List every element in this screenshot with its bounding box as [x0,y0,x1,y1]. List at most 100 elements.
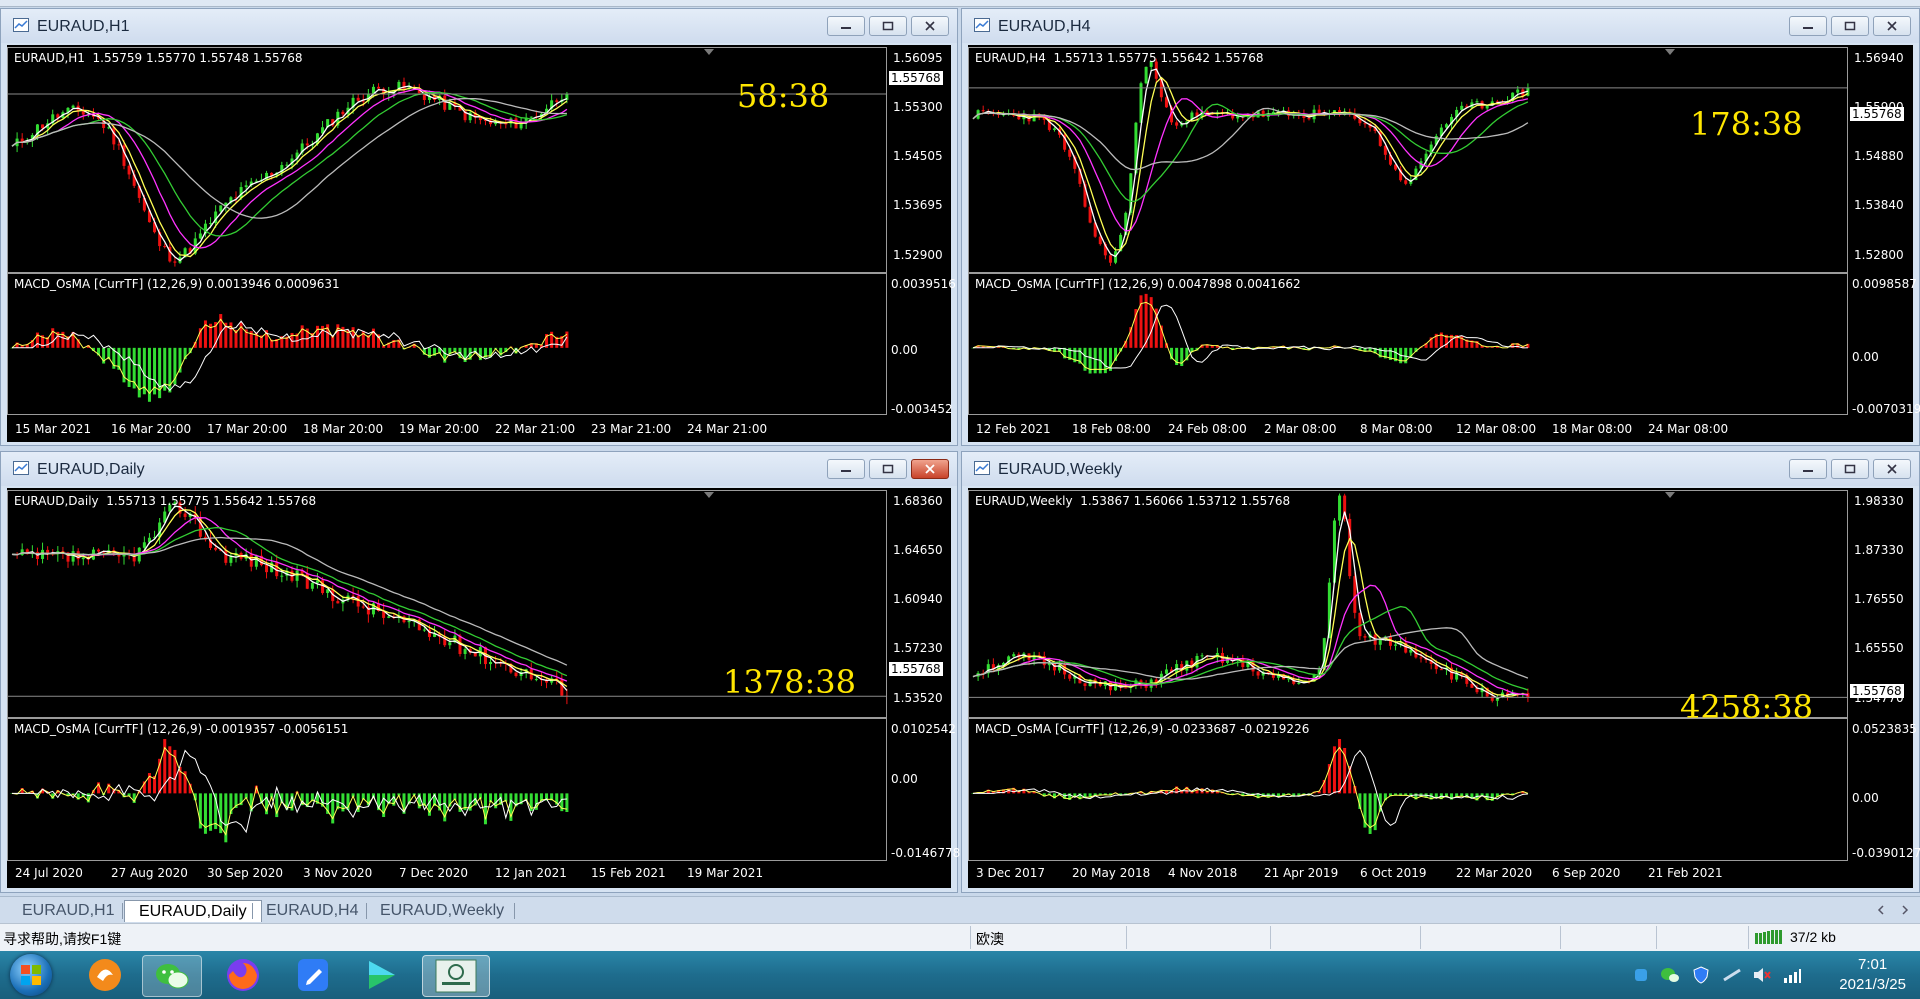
time-tick: 7 Dec 2020 [399,866,469,880]
ma-slow-line [11,97,567,219]
time-tick: 6 Oct 2019 [1360,866,1427,880]
candle-body [514,672,518,677]
orange-app-icon [89,959,121,991]
taskbar-notes[interactable] [284,955,342,995]
tray-shield-icon[interactable] [1692,966,1710,984]
price-tick: 1.65550 [1854,641,1904,655]
close-icon [925,21,935,31]
chart-window-h4[interactable]: EURAUD,H4 EURAUD,H4 1.55713 1.55775 1.55… [961,8,1920,446]
tab-euraud-h4[interactable]: EURAUD,H4 [252,900,372,922]
minimize-icon [841,470,851,472]
status-divider [970,926,971,949]
time-tick: 2 Mar 08:00 [1264,422,1337,436]
macd-main-line [12,749,567,834]
scroll-right-icon[interactable] [1900,905,1910,915]
minimize-button[interactable] [1789,16,1827,36]
price-pane[interactable]: EURAUD,H4 1.55713 1.55775 1.55642 1.5576… [968,47,1848,273]
window-title: EURAUD,H1 [37,18,130,35]
scroll-left-icon[interactable] [1876,905,1886,915]
maximize-button[interactable] [1831,16,1869,36]
candle-body [127,165,131,175]
window-titlebar[interactable]: EURAUD,H4 [962,9,1919,43]
minimize-button[interactable] [1789,459,1827,479]
window-title: EURAUD,H4 [998,18,1091,35]
chart-window-weekly[interactable]: EURAUD,Weekly EURAUD,Weekly 1.53867 1.56… [961,451,1920,893]
tray-wechat-icon[interactable] [1660,966,1680,984]
tray-network-tool-icon[interactable] [1722,966,1742,984]
tab-euraud-h1[interactable]: EURAUD,H1 [8,900,128,922]
close-button[interactable] [1873,16,1911,36]
tray-signal-icon[interactable] [1782,966,1802,984]
time-tick: 20 May 2018 [1072,866,1151,880]
window-titlebar[interactable]: EURAUD,Daily [1,452,957,486]
symbol-header: EURAUD,Weekly 1.53867 1.56066 1.53712 1.… [975,494,1291,508]
macd-pane[interactable]: MACD_OsMA [CurrTF] (12,26,9) -0.0019357 … [7,718,887,861]
ma-fast-line [11,85,568,262]
minimize-button[interactable] [827,16,865,36]
candle-body [1363,123,1367,125]
tab-euraud-daily[interactable]: EURAUD,Daily [124,900,262,922]
tray-volume-muted-icon[interactable] [1752,966,1772,984]
chart-window-daily[interactable]: EURAUD,Daily EURAUD,Daily 1.55713 1.5577… [0,451,961,893]
taskbar-firefox[interactable] [214,955,272,995]
macd-pane[interactable]: MACD_OsMA [CurrTF] (12,26,9) 0.0013946 0… [7,273,887,415]
candle-body [356,97,360,101]
taskbar-mt4[interactable] [422,955,490,997]
close-icon [925,464,935,474]
scroll-marker-icon [1665,49,1675,55]
macd-tick: 0.00 [891,343,918,357]
taskbar-app-1[interactable] [76,955,134,995]
minimize-button[interactable] [827,459,865,479]
time-tick: 24 Jul 2020 [15,866,83,880]
ma-slow-line [11,536,568,666]
blue-note-icon [298,959,328,991]
close-button[interactable] [911,459,949,479]
price-pane[interactable]: EURAUD,Weekly 1.53867 1.56066 1.53712 1.… [968,490,1848,718]
chart-window-h1[interactable]: EURAUD,H1 EURAUD,H1 1.55759 1.55770 1.55… [0,8,958,446]
macd-plot [10,314,569,402]
wechat-icon [156,964,189,989]
candle-body [1338,495,1342,521]
macd-pane[interactable]: MACD_OsMA [CurrTF] (12,26,9) -0.0233687 … [968,718,1848,861]
price-tick: 1.60940 [893,592,943,606]
price-tick: 1.52900 [893,248,943,262]
maximize-button[interactable] [869,16,907,36]
time-tick: 18 Mar 08:00 [1552,422,1633,436]
minimize-icon [1803,27,1813,29]
candle-body [305,143,309,146]
macd-pane[interactable]: MACD_OsMA [CurrTF] (12,26,9) 0.0047898 0… [968,273,1848,415]
candle-body [224,550,228,563]
macd-plot [971,739,1530,834]
candle-body [1108,255,1112,263]
status-profile[interactable]: 欧澳 [976,929,1004,949]
close-button[interactable] [1873,459,1911,479]
price-tick: 1.52800 [1854,248,1904,262]
macd-tick: 0.00 [891,772,918,786]
macd-histogram-bar [565,331,569,348]
maximize-icon [1844,21,1856,31]
taskbar-player[interactable] [352,955,410,995]
candle-body [117,144,121,146]
time-tick: 21 Feb 2021 [1648,866,1723,880]
tab-euraud-weekly[interactable]: EURAUD,Weekly [366,900,518,922]
price-tick: 1.57230 [893,641,943,655]
macd-header: MACD_OsMA [CurrTF] (12,26,9) -0.0019357 … [14,722,349,736]
price-tick: 1.68360 [893,494,943,508]
candle-body [478,117,482,121]
window-titlebar[interactable]: EURAUD,H1 [1,9,957,43]
candle-body [71,105,75,108]
maximize-button[interactable] [1831,459,1869,479]
candle-body [183,513,187,517]
close-button[interactable] [911,16,949,36]
macd-signal-line [11,746,567,836]
macd-tick: -0.0146778 [891,846,961,860]
minimize-icon [1803,470,1813,472]
clock-date: 2021/3/25 [1839,976,1906,993]
taskbar-wechat[interactable] [142,955,202,997]
maximize-button[interactable] [869,459,907,479]
candle-body [377,86,381,89]
system-clock[interactable]: 7:01 2021/3/25 [1839,955,1906,995]
start-button[interactable] [10,954,52,996]
tray-security-icon[interactable] [1632,966,1650,984]
window-titlebar[interactable]: EURAUD,Weekly [962,452,1919,486]
